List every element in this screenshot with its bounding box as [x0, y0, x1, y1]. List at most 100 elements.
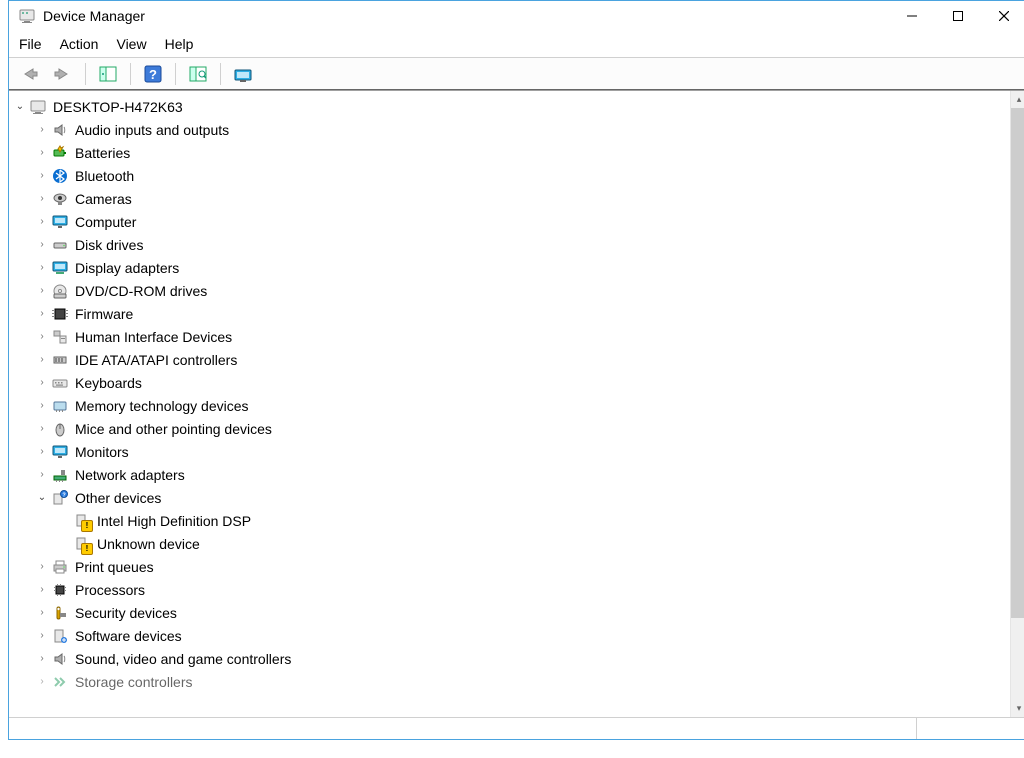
disk-icon: [51, 236, 69, 254]
tree-root[interactable]: ⌄ DESKTOP-H472K63: [9, 95, 1010, 118]
chevron-down-icon[interactable]: ⌄: [13, 101, 27, 112]
chevron-right-icon[interactable]: ›: [35, 561, 49, 572]
keyboard-icon: [51, 374, 69, 392]
chevron-right-icon[interactable]: ›: [35, 170, 49, 181]
toolbar-separator: [220, 63, 221, 85]
vertical-scrollbar[interactable]: ▴ ▾: [1010, 91, 1024, 717]
chevron-right-icon[interactable]: ›: [35, 423, 49, 434]
svg-text:?: ?: [149, 67, 157, 82]
tree-category[interactable]: ›Sound, video and game controllers: [9, 647, 1010, 670]
toolbar: ?: [9, 57, 1024, 91]
statusbar-cell: [9, 718, 917, 739]
unknown-device-icon: [73, 512, 91, 530]
processor-icon: [51, 581, 69, 599]
toolbar-separator: [130, 63, 131, 85]
tree-category[interactable]: ›Network adapters: [9, 463, 1010, 486]
scan-hardware-button[interactable]: [184, 61, 212, 87]
display-adapter-icon: [51, 259, 69, 277]
firmware-icon: [51, 305, 69, 323]
back-button[interactable]: [15, 61, 43, 87]
help-button[interactable]: ?: [139, 61, 167, 87]
window-controls: [889, 1, 1024, 31]
tree-category[interactable]: ›Bluetooth: [9, 164, 1010, 187]
chevron-right-icon[interactable]: ›: [35, 377, 49, 388]
tree-category[interactable]: ›IDE ATA/ATAPI controllers: [9, 348, 1010, 371]
chevron-right-icon[interactable]: ›: [35, 308, 49, 319]
window: Device Manager File Action View Help ? ⌄…: [8, 0, 1024, 740]
chevron-down-icon[interactable]: ⌄: [35, 492, 49, 503]
tree-category[interactable]: ›Software devices: [9, 624, 1010, 647]
menu-file[interactable]: File: [19, 36, 42, 52]
tree-root-label: DESKTOP-H472K63: [53, 99, 183, 115]
app-icon: [19, 8, 35, 24]
hid-icon: [51, 328, 69, 346]
camera-icon: [51, 190, 69, 208]
tree-category[interactable]: ›Memory technology devices: [9, 394, 1010, 417]
chevron-right-icon[interactable]: ›: [35, 607, 49, 618]
monitor-icon: [51, 213, 69, 231]
printer-icon: [51, 558, 69, 576]
memory-icon: [51, 397, 69, 415]
menubar: File Action View Help: [9, 31, 1024, 57]
tree-category[interactable]: ›DVD/CD-ROM drives: [9, 279, 1010, 302]
tree-category[interactable]: ›Disk drives: [9, 233, 1010, 256]
computer-icon: [29, 98, 47, 116]
tree-child-device[interactable]: Intel High Definition DSP: [9, 509, 1010, 532]
tree-category[interactable]: ›Cameras: [9, 187, 1010, 210]
tree-category[interactable]: ›Mice and other pointing devices: [9, 417, 1010, 440]
scroll-down-button[interactable]: ▾: [1011, 700, 1024, 717]
close-button[interactable]: [981, 1, 1024, 31]
tree-category-other-devices[interactable]: ⌄?Other devices: [9, 486, 1010, 509]
tree-category[interactable]: ›Processors: [9, 578, 1010, 601]
tree-category[interactable]: ›Audio inputs and outputs: [9, 118, 1010, 141]
security-icon: [51, 604, 69, 622]
scrollbar-thumb[interactable]: [1011, 108, 1024, 618]
scroll-up-button[interactable]: ▴: [1011, 91, 1024, 108]
window-title: Device Manager: [43, 8, 889, 24]
tree-category[interactable]: ›Storage controllers: [9, 670, 1010, 693]
tree-category[interactable]: ›Keyboards: [9, 371, 1010, 394]
software-devices-icon: [51, 627, 69, 645]
chevron-right-icon[interactable]: ›: [35, 584, 49, 595]
tree-category[interactable]: ›Security devices: [9, 601, 1010, 624]
chevron-right-icon[interactable]: ›: [35, 354, 49, 365]
maximize-button[interactable]: [935, 1, 981, 31]
properties-button[interactable]: [229, 61, 257, 87]
tree-category[interactable]: ›Human Interface Devices: [9, 325, 1010, 348]
forward-button[interactable]: [49, 61, 77, 87]
chevron-right-icon[interactable]: ›: [35, 653, 49, 664]
minimize-button[interactable]: [889, 1, 935, 31]
ide-icon: [51, 351, 69, 369]
speaker-icon: [51, 121, 69, 139]
battery-icon: [51, 144, 69, 162]
titlebar: Device Manager: [9, 1, 1024, 31]
chevron-right-icon[interactable]: ›: [35, 124, 49, 135]
tree-category[interactable]: ›Computer: [9, 210, 1010, 233]
chevron-right-icon[interactable]: ›: [35, 469, 49, 480]
chevron-right-icon[interactable]: ›: [35, 676, 49, 687]
chevron-right-icon[interactable]: ›: [35, 239, 49, 250]
toolbar-separator: [85, 63, 86, 85]
chevron-right-icon[interactable]: ›: [35, 446, 49, 457]
tree-category[interactable]: ›Batteries: [9, 141, 1010, 164]
chevron-right-icon[interactable]: ›: [35, 193, 49, 204]
chevron-right-icon[interactable]: ›: [35, 262, 49, 273]
chevron-right-icon[interactable]: ›: [35, 216, 49, 227]
content-area: ⌄ DESKTOP-H472K63 ›Audio inputs and outp…: [9, 91, 1024, 717]
chevron-right-icon[interactable]: ›: [35, 285, 49, 296]
chevron-right-icon[interactable]: ›: [35, 400, 49, 411]
show-hide-tree-button[interactable]: [94, 61, 122, 87]
tree-category[interactable]: ›Firmware: [9, 302, 1010, 325]
menu-view[interactable]: View: [116, 36, 146, 52]
menu-help[interactable]: Help: [165, 36, 194, 52]
device-tree[interactable]: ⌄ DESKTOP-H472K63 ›Audio inputs and outp…: [9, 91, 1010, 717]
menu-action[interactable]: Action: [60, 36, 99, 52]
tree-category[interactable]: ›Monitors: [9, 440, 1010, 463]
tree-category[interactable]: ›Print queues: [9, 555, 1010, 578]
chevron-right-icon[interactable]: ›: [35, 147, 49, 158]
chevron-right-icon[interactable]: ›: [35, 331, 49, 342]
tree-child-device[interactable]: Unknown device: [9, 532, 1010, 555]
chevron-right-icon[interactable]: ›: [35, 630, 49, 641]
tree-category[interactable]: ›Display adapters: [9, 256, 1010, 279]
dvd-icon: [51, 282, 69, 300]
